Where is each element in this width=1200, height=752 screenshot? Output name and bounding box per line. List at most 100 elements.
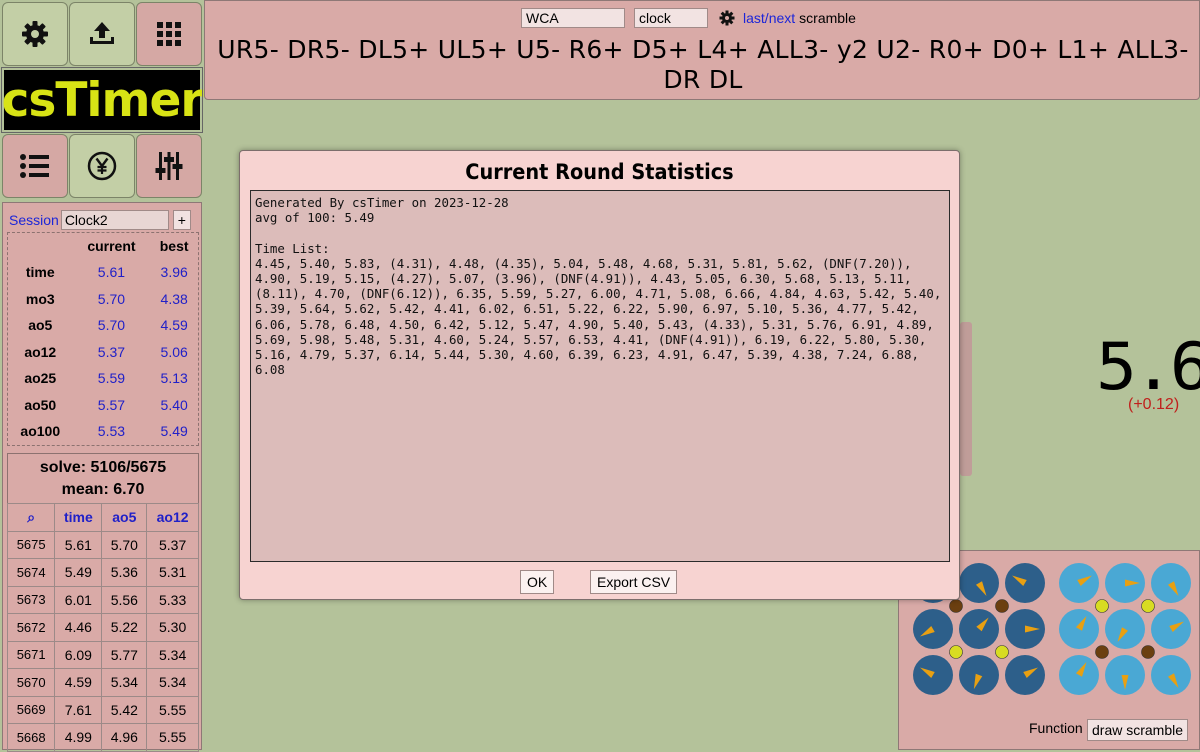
stat-current[interactable]: 5.70 [73,286,151,313]
solve-ao12[interactable]: 5.34 [146,640,199,669]
stat-best[interactable]: 5.13 [150,365,198,392]
stat-label: ao50 [24,396,57,413]
statistics-textarea[interactable]: Generated By csTimer on 2023-12-28 avg o… [250,190,950,562]
solve-ao5[interactable]: 5.77 [101,640,148,669]
solve-ao12[interactable]: 5.33 [146,585,199,614]
add-session-button[interactable]: + [172,210,191,230]
stat-current[interactable]: 5.37 [73,339,151,366]
session-select[interactable]: Clock2 [60,210,169,230]
solve-time[interactable]: 5.49 [54,558,103,587]
session-mean: mean: 6.70 [61,481,145,498]
times-header-ao5[interactable]: ao5 [101,503,148,532]
scramble-type-select[interactable]: WCA [521,8,625,28]
stats-header-current: current [87,238,136,254]
stat-current[interactable]: 5.59 [73,365,151,392]
stat-label: ao25 [24,370,57,387]
solve-index: 5674 [6,558,56,587]
table-row[interactable]: 5673 6.01 5.56 5.33 [6,585,199,614]
times-header-time[interactable]: time [54,503,103,532]
solve-ao12[interactable]: 5.34 [146,668,199,697]
solve-ao5[interactable]: 5.36 [101,558,148,587]
solve-ao5[interactable]: 5.34 [101,668,148,697]
solve-index: 5669 [6,695,56,724]
solve-time[interactable]: 4.46 [54,613,103,642]
upload-icon [90,22,114,44]
export-button[interactable] [69,2,135,66]
stat-best[interactable]: 5.40 [150,392,198,419]
last-scramble-link[interactable]: last [743,10,765,26]
gear-icon[interactable] [719,10,735,26]
stat-best[interactable]: 4.59 [150,312,198,339]
stat-best[interactable]: 4.38 [150,286,198,313]
solve-time[interactable]: 5.61 [54,530,103,559]
donate-button[interactable] [69,134,135,198]
scramble-word: scramble [799,10,856,26]
clock-pin [1095,645,1109,659]
scramble-text[interactable]: UR5- DR5- DL5+ UL5+ U5- R6+ D5+ L4+ ALL3… [205,35,1200,95]
stats-panel: Session Clock2 + current best time 5.61 3.… [2,202,202,752]
table-row[interactable]: 5668 4.99 4.96 5.55 [6,723,199,752]
solve-ao12[interactable]: 5.55 [146,695,199,724]
ok-button[interactable]: OK [520,570,555,594]
timer-display[interactable]: 5.61 [1096,333,1200,402]
stat-current[interactable]: 5.70 [73,312,151,339]
scrollbar-handle[interactable] [960,322,972,476]
solve-index: 5668 [6,723,56,752]
solve-index: 5675 [6,530,56,559]
stat-best[interactable]: 5.49 [150,418,198,445]
solve-ao12[interactable]: 5.55 [146,723,199,752]
stats-row: ao5 5.70 4.59 [8,312,198,339]
solve-ao5[interactable]: 4.96 [101,723,148,752]
puzzle-select[interactable]: clock [634,8,708,28]
stat-label: time [25,264,55,281]
draw-scramble-select[interactable]: draw scramble [1087,719,1189,741]
stat-current[interactable]: 5.61 [73,259,151,286]
next-scramble-link[interactable]: next [769,10,795,26]
solve-ao5[interactable]: 5.56 [101,585,148,614]
history-list-button[interactable] [2,134,68,198]
table-row[interactable]: 5672 4.46 5.22 5.30 [6,613,199,642]
solve-time[interactable]: 7.61 [54,695,103,724]
table-row[interactable]: 5671 6.09 5.77 5.34 [6,640,199,669]
solve-ao5[interactable]: 5.22 [101,613,148,642]
stat-current[interactable]: 5.53 [73,418,151,445]
gear-icon [22,21,48,47]
solve-ao12[interactable]: 5.37 [146,530,199,559]
stats-row: ao25 5.59 5.13 [8,365,198,392]
stats-row: time 5.61 3.96 [8,259,198,286]
stats-table: current best time 5.61 3.96 mo3 5.70 4.38 ao… [8,233,198,445]
search-icon[interactable]: ⌕ [6,503,56,532]
solve-ao5[interactable]: 5.42 [101,695,148,724]
solve-time[interactable]: 4.99 [54,723,103,752]
stat-best[interactable]: 5.06 [150,339,198,366]
clock-pin [949,599,963,613]
clock-pin [1141,599,1155,613]
tools-button[interactable] [136,134,202,198]
current-best-stats: current best time 5.61 3.96 mo3 5.70 4.38 ao… [7,232,199,446]
scramble-button[interactable] [136,2,202,66]
timer-difference: (+0.12) [1128,396,1180,413]
solve-index: 5670 [6,668,56,697]
table-row[interactable]: 5669 7.61 5.42 5.55 [6,695,199,724]
session-row: Session Clock2 + [9,210,191,230]
solve-ao5[interactable]: 5.70 [101,530,148,559]
export-csv-button[interactable]: Export CSV [590,570,678,594]
table-row[interactable]: 5670 4.59 5.34 5.34 [6,668,199,697]
stat-best[interactable]: 3.96 [150,259,198,286]
solve-time[interactable]: 6.09 [54,640,103,669]
scramble-bar: WCA clock last / next scramble UR5- DR5-… [204,0,1200,100]
table-row[interactable]: 5674 5.49 5.36 5.31 [6,558,199,587]
table-row[interactable]: 5675 5.61 5.70 5.37 [6,530,199,559]
settings-button[interactable] [2,2,68,66]
times-header-ao12[interactable]: ao12 [146,503,199,532]
solve-summary[interactable]: solve: 5106/5675 mean: 6.70 [7,453,199,503]
clock-pin [1095,599,1109,613]
solve-time[interactable]: 4.59 [54,668,103,697]
stats-row: ao12 5.37 5.06 [8,339,198,366]
session-label[interactable]: Session [9,212,59,228]
solve-ao12[interactable]: 5.31 [146,558,199,587]
solve-index: 5673 [6,585,56,614]
solve-time[interactable]: 6.01 [54,585,103,614]
stat-current[interactable]: 5.57 [73,392,151,419]
solve-ao12[interactable]: 5.30 [146,613,199,642]
